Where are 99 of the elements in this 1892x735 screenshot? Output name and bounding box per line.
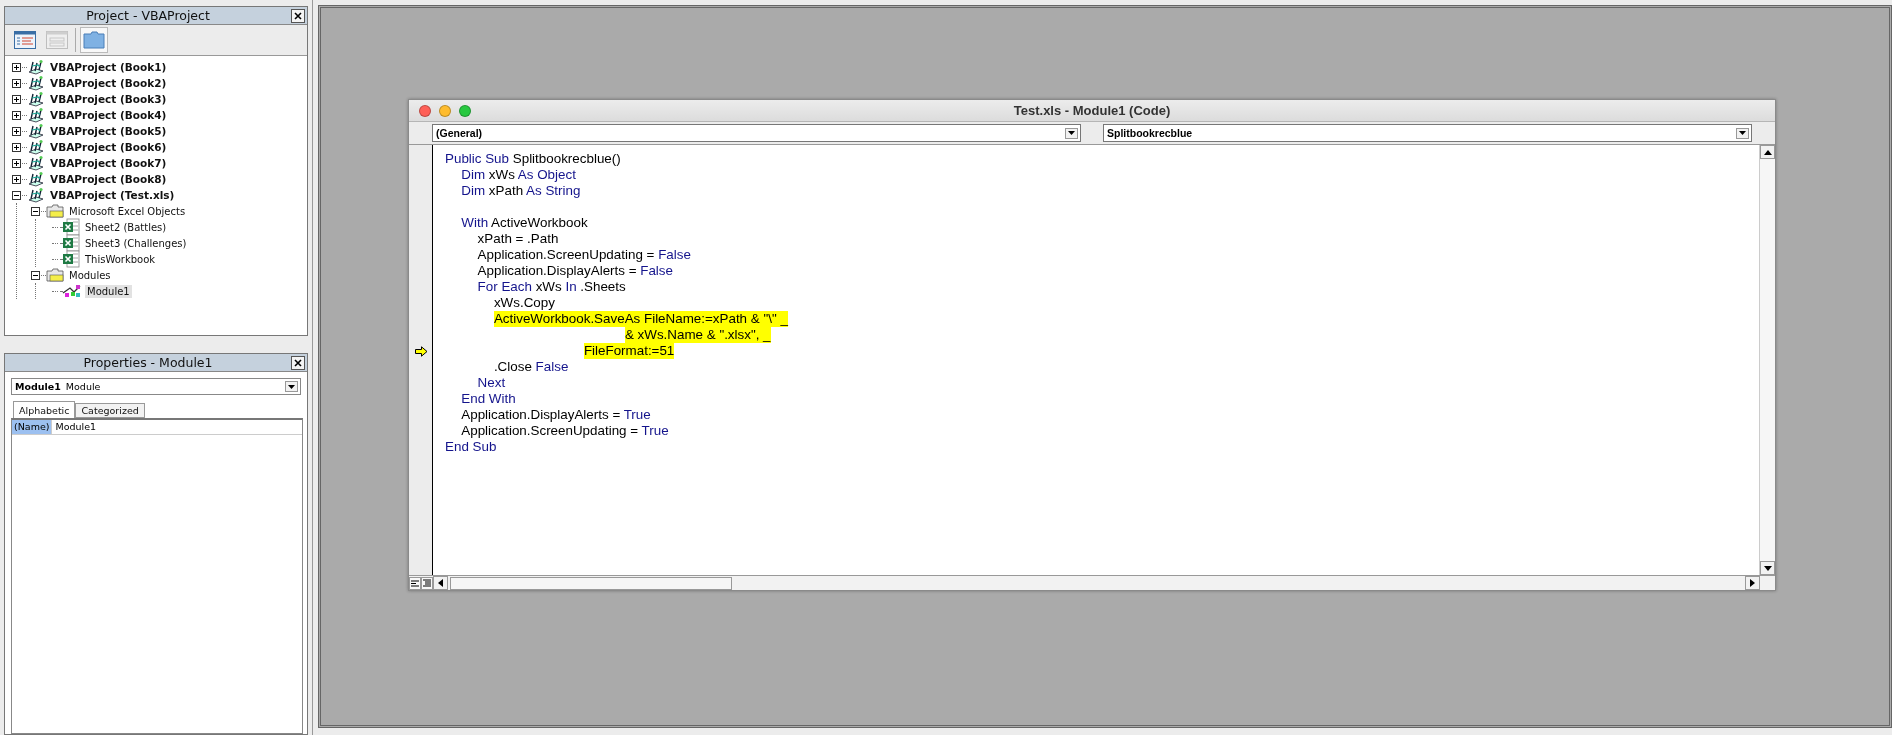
tab[interactable]: Alphabetic bbox=[13, 401, 76, 418]
code-line: With ActiveWorkbook bbox=[461, 215, 588, 231]
caret-icon bbox=[1068, 131, 1075, 135]
scroll-left-button[interactable] bbox=[433, 576, 448, 590]
up-arrow-icon bbox=[1763, 149, 1772, 155]
tree-item[interactable]: VBAProject (Book5) bbox=[48, 124, 169, 138]
close-button[interactable] bbox=[291, 355, 305, 370]
expand-icon[interactable] bbox=[12, 142, 21, 152]
code-line: Dim xWs As Object bbox=[461, 167, 576, 183]
code-line: End With bbox=[461, 391, 516, 407]
code-line: xWs.Copy bbox=[493, 295, 555, 311]
property-name[interactable]: (Name) bbox=[12, 420, 53, 434]
tree-item[interactable]: Module1 bbox=[85, 284, 132, 298]
expand-icon[interactable] bbox=[12, 158, 21, 168]
tree-item[interactable]: Microsoft Excel Objects bbox=[67, 204, 188, 218]
scroll-right-button[interactable] bbox=[1745, 576, 1760, 590]
tree-item[interactable]: VBAProject (Book3) bbox=[48, 92, 169, 106]
code-line: Application.ScreenUpdating = True bbox=[461, 423, 669, 439]
spreadsheet-icon bbox=[62, 234, 80, 252]
panel-title: Properties - Module1 bbox=[82, 355, 214, 370]
scroll-thumb[interactable] bbox=[450, 576, 732, 590]
code-line: Application.DisplayAlerts = True bbox=[461, 407, 651, 423]
tree-item[interactable]: Sheet3 (Challenges) bbox=[83, 236, 189, 250]
object-type: Module bbox=[65, 381, 102, 392]
procedure-view-button[interactable] bbox=[409, 576, 421, 590]
collapse-icon[interactable] bbox=[31, 270, 40, 280]
collapse-icon[interactable] bbox=[12, 190, 21, 200]
dropdown-value: (General) bbox=[435, 127, 484, 139]
close-button[interactable] bbox=[291, 8, 305, 23]
folder-icon bbox=[46, 204, 64, 218]
tree-item[interactable]: ThisWorkbook bbox=[83, 252, 158, 266]
code-line: Dim xPath As String bbox=[461, 183, 581, 199]
zoom-button[interactable] bbox=[459, 104, 471, 117]
procedure-dropdown[interactable]: Splitbookrecblue bbox=[1103, 124, 1752, 142]
project-icon bbox=[27, 107, 45, 123]
close-icon bbox=[294, 11, 302, 20]
code-line: For Each xWs In .Sheets bbox=[477, 279, 626, 295]
project-icon bbox=[27, 123, 45, 139]
caret-icon bbox=[1739, 131, 1746, 135]
tab[interactable]: Categorized bbox=[75, 403, 145, 418]
tree-item[interactable]: VBAProject (Book1) bbox=[48, 60, 169, 74]
project-icon bbox=[27, 91, 45, 107]
project-icon bbox=[27, 59, 45, 75]
expand-icon[interactable] bbox=[12, 174, 21, 184]
tree-item[interactable]: VBAProject (Book2) bbox=[48, 76, 169, 90]
dropdown-button[interactable] bbox=[1736, 127, 1749, 139]
code-line: End Sub bbox=[445, 439, 497, 455]
dropdown-button[interactable] bbox=[285, 381, 298, 392]
code-view-icon bbox=[14, 31, 36, 49]
dropdown-value: Splitbookrecblue bbox=[1106, 127, 1194, 139]
project-icon bbox=[27, 187, 45, 203]
toolbar-button[interactable] bbox=[80, 27, 108, 53]
project-icon bbox=[27, 155, 45, 171]
lines-icon bbox=[423, 578, 431, 588]
tree-item[interactable]: Sheet2 (Battles) bbox=[83, 220, 169, 234]
expand-icon[interactable] bbox=[12, 126, 21, 136]
expand-icon[interactable] bbox=[12, 94, 21, 104]
caret-icon bbox=[288, 384, 295, 389]
scroll-up-button[interactable] bbox=[1760, 145, 1775, 159]
project-icon bbox=[27, 75, 45, 91]
code-line: .Close False bbox=[493, 359, 569, 375]
object-name: Module1 bbox=[15, 381, 61, 392]
project-icon bbox=[27, 171, 45, 187]
property-value[interactable]: Module1 bbox=[52, 420, 100, 434]
module-icon bbox=[62, 284, 82, 298]
vertical-scrollbar[interactable] bbox=[1759, 145, 1775, 575]
code-line: Public Sub Splitbookrecblue() bbox=[445, 151, 621, 167]
close-icon bbox=[294, 358, 302, 367]
object-dropdown[interactable]: (General) bbox=[432, 124, 1081, 142]
code-line: Next bbox=[477, 375, 506, 391]
code-line: Application.DisplayAlerts = False bbox=[477, 263, 673, 279]
tree-item[interactable]: VBAProject (Book7) bbox=[48, 156, 169, 170]
lines-icon bbox=[411, 579, 419, 587]
folder-icon bbox=[83, 31, 105, 49]
collapse-icon[interactable] bbox=[31, 206, 40, 216]
tree-item[interactable]: VBAProject (Book8) bbox=[48, 172, 169, 186]
code-line: xPath = .Path bbox=[477, 231, 559, 247]
module-view-button[interactable] bbox=[421, 576, 433, 590]
dropdown-button[interactable] bbox=[1065, 127, 1078, 139]
spreadsheet-icon bbox=[62, 218, 80, 236]
down-arrow-icon bbox=[1763, 565, 1772, 571]
project-icon bbox=[27, 139, 45, 155]
right-arrow-icon bbox=[1750, 579, 1755, 587]
tree-item[interactable]: VBAProject (Book6) bbox=[48, 140, 169, 154]
expand-icon[interactable] bbox=[12, 78, 21, 88]
tree-item[interactable]: Modules bbox=[67, 268, 113, 282]
spreadsheet-icon bbox=[62, 250, 80, 268]
panel-title: Project - VBAProject bbox=[85, 8, 211, 23]
code-line: Application.ScreenUpdating = False bbox=[477, 247, 691, 263]
form-view-icon bbox=[46, 31, 68, 49]
folder-icon bbox=[46, 268, 64, 282]
tree-item[interactable]: VBAProject (Book4) bbox=[48, 108, 169, 122]
object-dropdown[interactable]: Module1 Module bbox=[11, 378, 301, 395]
left-arrow-icon bbox=[438, 579, 443, 587]
scroll-down-button[interactable] bbox=[1760, 561, 1775, 575]
expand-icon[interactable] bbox=[12, 62, 21, 72]
expand-icon[interactable] bbox=[12, 110, 21, 120]
tree-item[interactable]: VBAProject (Test.xls) bbox=[48, 188, 177, 202]
window-title: Test.xls - Module1 (Code) bbox=[1012, 103, 1172, 118]
